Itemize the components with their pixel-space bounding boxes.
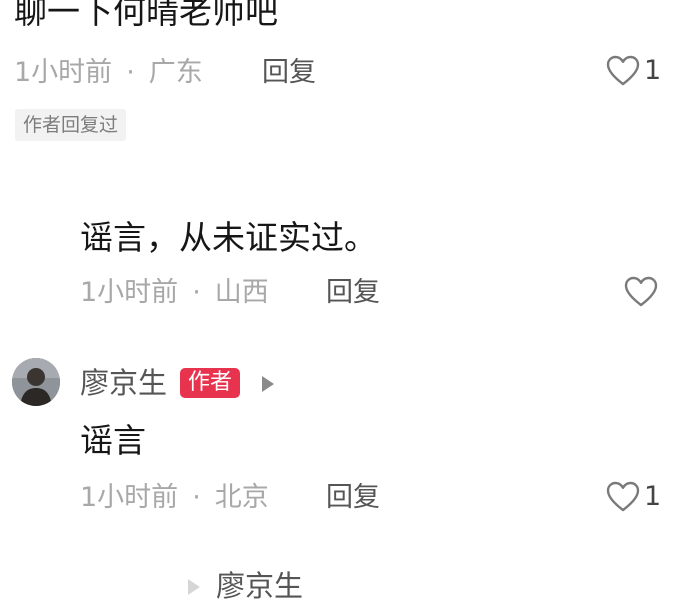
- comment-meta: 1小时前 · 广东: [14, 56, 203, 90]
- comment-location: 北京: [214, 482, 269, 513]
- meta-separator: ·: [192, 277, 201, 308]
- comment-text: 谣言: [80, 421, 146, 460]
- reply-button[interactable]: 回复: [262, 56, 316, 90]
- like-button[interactable]: 1: [606, 54, 661, 88]
- username[interactable]: 廖京生: [216, 568, 303, 604]
- comment-time: 1小时前: [80, 277, 179, 308]
- like-button[interactable]: [624, 276, 658, 308]
- play-triangle-icon: [188, 579, 200, 595]
- comment-location: 广东: [148, 57, 203, 88]
- heart-outline-icon: [624, 276, 658, 307]
- heart-outline-icon: [606, 55, 640, 86]
- author-badge: 作者: [180, 368, 241, 398]
- username[interactable]: 廖京生: [80, 365, 167, 401]
- like-button[interactable]: 1: [606, 480, 661, 514]
- reply-button[interactable]: 回复: [326, 481, 380, 515]
- like-count: 1: [644, 55, 662, 86]
- like-count: 1: [644, 481, 662, 512]
- comment-location: 山西: [214, 277, 269, 308]
- comment-time: 1小时前: [80, 482, 179, 513]
- comment-meta: 1小时前 · 山西: [80, 276, 269, 310]
- author-replied-tag: 作者回复过: [15, 109, 127, 141]
- comment-text: 谣言，从未证实过。: [80, 218, 377, 257]
- comment-meta: 1小时前 · 北京: [80, 481, 269, 515]
- reply-button[interactable]: 回复: [326, 276, 380, 310]
- heart-outline-icon: [606, 481, 640, 512]
- play-triangle-icon: [262, 376, 274, 392]
- comment-time: 1小时前: [14, 57, 113, 88]
- avatar-image: [12, 358, 60, 406]
- meta-separator: ·: [126, 57, 135, 88]
- avatar[interactable]: [12, 358, 60, 406]
- meta-separator: ·: [192, 482, 201, 513]
- comment-text: 聊一下何晴老师吧: [14, 0, 278, 31]
